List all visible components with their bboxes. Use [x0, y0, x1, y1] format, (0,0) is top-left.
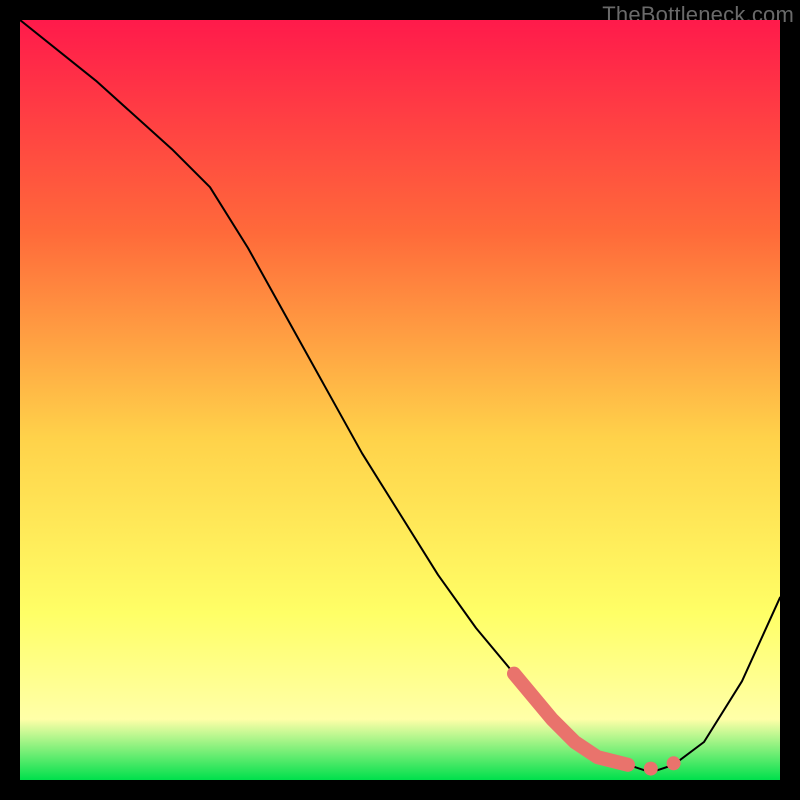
- optimal-point-1: [644, 762, 658, 776]
- gradient-background: [20, 20, 780, 780]
- chart-frame: [20, 20, 780, 780]
- chart-svg: [20, 20, 780, 780]
- optimal-point-2: [667, 756, 681, 770]
